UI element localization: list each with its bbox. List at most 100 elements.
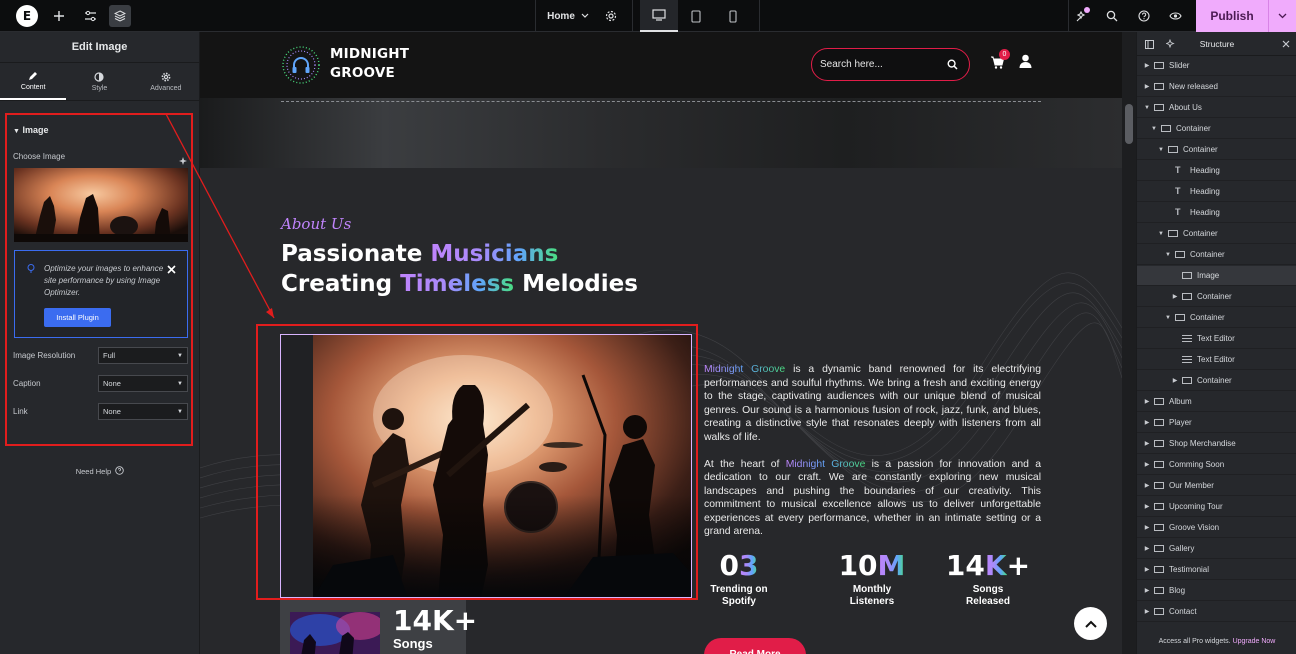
structure-node-blog[interactable]: ▶ Blog (1137, 581, 1296, 601)
caret-down-icon[interactable]: ▼ (1150, 126, 1158, 132)
structure-node-gallery[interactable]: ▶ Gallery (1137, 539, 1296, 559)
caret-right-icon[interactable]: ▶ (1171, 293, 1179, 300)
caret-down-icon[interactable]: ▼ (1157, 147, 1165, 153)
caret-right-icon[interactable]: ▶ (1143, 419, 1151, 426)
elementor-logo-button[interactable]: E (14, 0, 40, 32)
structure-node-label: Container (1190, 313, 1225, 322)
caret-right-icon[interactable]: ▶ (1143, 440, 1151, 447)
panel-toggle-icon[interactable] (1145, 40, 1154, 49)
structure-panel: Structure ▶ Slider ▶ New released ▼ About Us ▼… (1136, 32, 1296, 654)
structure-title: Structure (1199, 38, 1235, 49)
structure-node-container[interactable]: ▼ Container (1137, 140, 1296, 160)
headphones-logo-icon[interactable] (281, 45, 321, 85)
image-resolution-select[interactable]: Full ▼ (98, 347, 188, 364)
caret-right-icon[interactable]: ▶ (1143, 587, 1151, 594)
close-icon[interactable] (1282, 40, 1290, 48)
caption-select[interactable]: None ▼ (98, 375, 188, 392)
structure-node-about-us[interactable]: ▼ About Us (1137, 98, 1296, 118)
stat-label-line: Released (966, 596, 1010, 607)
caret-right-icon[interactable]: ▶ (1143, 566, 1151, 573)
desktop-view-button[interactable] (640, 0, 678, 32)
publish-options-button[interactable] (1268, 0, 1296, 32)
notes-button[interactable] (1070, 0, 1092, 32)
preview-button[interactable] (1164, 0, 1186, 32)
structure-node-container[interactable]: ▶ Container (1137, 371, 1296, 391)
selected-image-widget[interactable] (280, 334, 692, 598)
caret-right-icon[interactable]: ▶ (1143, 461, 1151, 468)
about-description: Midnight Groove is a dynamic band renown… (704, 363, 1041, 539)
scroll-to-top-button[interactable] (1074, 607, 1107, 640)
publish-button[interactable]: Publish (1196, 0, 1268, 32)
caret-right-icon[interactable]: ▶ (1143, 503, 1151, 510)
structure-node-slider[interactable]: ▶ Slider (1137, 56, 1296, 76)
read-more-button[interactable]: Read More (704, 638, 806, 654)
site-search-box[interactable]: Search here... (811, 48, 970, 81)
structure-node-image[interactable]: Image (1137, 266, 1296, 286)
structure-toggle-button[interactable] (109, 0, 131, 32)
structure-node-heading[interactable]: T Heading (1137, 161, 1296, 181)
section-toggle[interactable]: ▼ Image (13, 125, 48, 135)
structure-node-shop-merchandise[interactable]: ▶ Shop Merchandise (1137, 434, 1296, 454)
container-icon (1154, 62, 1164, 69)
canvas-scroll-thumb[interactable] (1125, 104, 1133, 144)
structure-node-text-editor[interactable]: Text Editor (1137, 329, 1296, 349)
stat-label-line: Trending on (710, 584, 768, 595)
tab-content[interactable]: Content (0, 63, 67, 100)
upgrade-now-link[interactable]: Upgrade Now (1233, 638, 1276, 645)
sparkle-icon[interactable] (1166, 39, 1176, 49)
mobile-view-button[interactable] (720, 0, 746, 32)
structure-node-container[interactable]: ▶ Container (1137, 287, 1296, 307)
structure-node-our-member[interactable]: ▶ Our Member (1137, 476, 1296, 496)
divider (632, 0, 633, 32)
page-settings-button[interactable] (600, 0, 622, 32)
structure-node-text-editor[interactable]: Text Editor (1137, 350, 1296, 370)
structure-node-upcoming-tour[interactable]: ▶ Upcoming Tour (1137, 497, 1296, 517)
tab-style[interactable]: Style (66, 63, 132, 100)
caret-right-icon[interactable]: ▶ (1143, 62, 1151, 69)
caret-down-icon[interactable]: ▼ (1164, 315, 1172, 321)
container-icon (1182, 293, 1192, 300)
structure-node-container[interactable]: ▼ Container (1137, 308, 1296, 328)
structure-node-container[interactable]: ▼ Container (1137, 224, 1296, 244)
tab-advanced[interactable]: Advanced (133, 63, 199, 100)
dismiss-notice-button[interactable] (167, 261, 176, 279)
caret-down-icon[interactable]: ▼ (1143, 105, 1151, 111)
structure-node-album[interactable]: ▶ Album (1137, 392, 1296, 412)
brand-mention: Midnight Groove (785, 458, 866, 470)
structure-node-comming-soon[interactable]: ▶ Comming Soon (1137, 455, 1296, 475)
structure-node-player[interactable]: ▶ Player (1137, 413, 1296, 433)
structure-node-groove-vision[interactable]: ▶ Groove Vision (1137, 518, 1296, 538)
structure-node-contact[interactable]: ▶ Contact (1137, 602, 1296, 622)
caret-right-icon[interactable]: ▶ (1143, 545, 1151, 552)
search-icon[interactable] (947, 59, 958, 70)
user-icon[interactable] (1019, 54, 1032, 68)
structure-node-label: Container (1197, 292, 1232, 301)
canvas-scrollbar[interactable] (1122, 32, 1136, 654)
structure-node-heading[interactable]: T Heading (1137, 203, 1296, 223)
page-select-label: Home (547, 10, 575, 22)
finder-button[interactable] (1101, 0, 1123, 32)
image-preview[interactable] (14, 168, 188, 242)
caret-right-icon[interactable]: ▶ (1143, 524, 1151, 531)
structure-node-testimonial[interactable]: ▶ Testimonial (1137, 560, 1296, 580)
structure-node-container[interactable]: ▼ Container (1137, 119, 1296, 139)
page-select[interactable]: Home (540, 0, 596, 32)
structure-node-container[interactable]: ▼ Container (1137, 245, 1296, 265)
caret-right-icon[interactable]: ▶ (1143, 83, 1151, 90)
structure-node-new-released[interactable]: ▶ New released (1137, 77, 1296, 97)
site-settings-button[interactable] (79, 0, 101, 32)
brand-name[interactable]: MIDNIGHT GROOVE (330, 45, 409, 83)
add-element-button[interactable] (48, 0, 70, 32)
help-button[interactable] (1133, 0, 1155, 32)
caret-right-icon[interactable]: ▶ (1143, 608, 1151, 615)
caret-right-icon[interactable]: ▶ (1143, 398, 1151, 405)
link-select[interactable]: None ▼ (98, 403, 188, 420)
caret-down-icon[interactable]: ▼ (1164, 252, 1172, 258)
caret-down-icon[interactable]: ▼ (1157, 231, 1165, 237)
need-help-link[interactable]: Need Help (0, 466, 200, 476)
structure-node-heading[interactable]: T Heading (1137, 182, 1296, 202)
tablet-view-button[interactable] (683, 0, 709, 32)
caret-right-icon[interactable]: ▶ (1143, 482, 1151, 489)
caret-right-icon[interactable]: ▶ (1171, 377, 1179, 384)
install-plugin-button[interactable]: Install Plugin (44, 308, 111, 327)
